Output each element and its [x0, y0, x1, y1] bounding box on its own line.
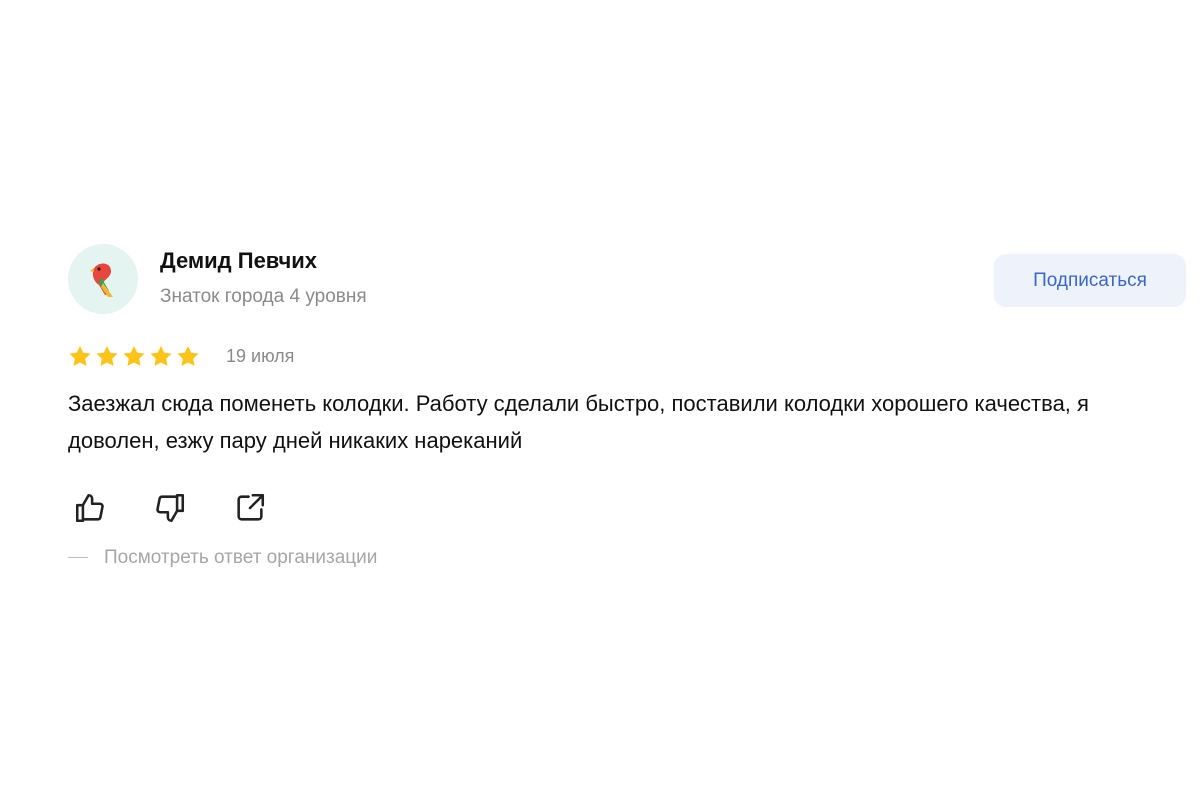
- parrot-icon: [90, 263, 113, 297]
- star-icon: [96, 346, 118, 366]
- author-name[interactable]: Демид Певчих: [160, 248, 317, 274]
- review-card: Демид Певчих Знаток города 4 уровня Подп…: [68, 240, 1186, 568]
- review-header: Демид Певчих Знаток города 4 уровня Подп…: [68, 240, 1186, 320]
- star-icon: [69, 346, 91, 366]
- share-button[interactable]: [232, 490, 268, 526]
- like-button[interactable]: [72, 490, 108, 526]
- review-meta: 19 июля: [68, 344, 294, 368]
- review-text: Заезжал сюда поменеть колодки. Работу сд…: [68, 391, 1089, 453]
- avatar[interactable]: [68, 244, 138, 314]
- thumbs-up-icon: [75, 493, 104, 523]
- subscribe-button[interactable]: Подписаться: [994, 254, 1186, 307]
- response-link-label: Посмотреть ответ организации: [104, 547, 378, 568]
- dash-divider: [68, 557, 88, 559]
- view-organization-response-link[interactable]: Посмотреть ответ организации: [68, 547, 377, 569]
- thumbs-down-icon: [156, 493, 185, 523]
- rating-stars: [68, 345, 200, 367]
- author-level: Знаток города 4 уровня: [160, 286, 367, 307]
- dislike-button[interactable]: [152, 490, 188, 526]
- star-icon: [150, 346, 172, 366]
- review-actions: [72, 490, 268, 526]
- star-icon: [123, 346, 145, 366]
- share-icon: [237, 493, 265, 521]
- star-icon: [177, 346, 199, 366]
- review-date: 19 июля: [226, 345, 295, 366]
